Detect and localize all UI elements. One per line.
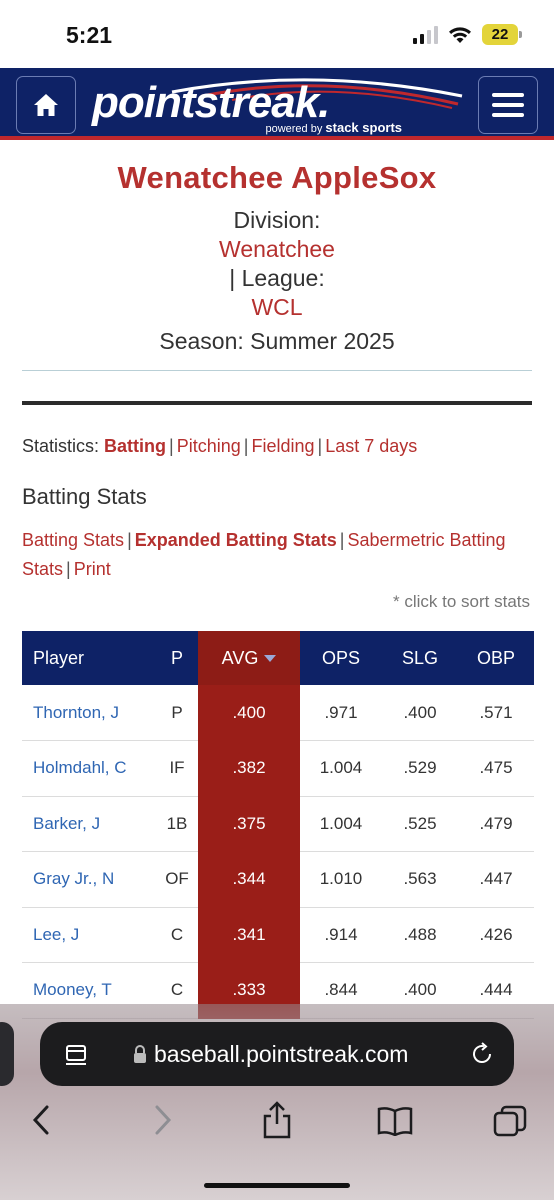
column-header-position[interactable]: P: [156, 631, 198, 685]
league-link[interactable]: WCL: [251, 294, 302, 320]
table-header-row: Player P AVG OPS SLG OBP: [22, 631, 534, 685]
player-link[interactable]: Holmdahl, C: [22, 740, 156, 797]
tabs-icon[interactable]: [492, 1104, 528, 1140]
url-text: baseball.pointstreak.com: [154, 1041, 409, 1067]
page-menu-icon[interactable]: [64, 1044, 88, 1066]
player-link[interactable]: Thornton, J: [22, 685, 156, 741]
stat-nav-last-7-days[interactable]: Last 7 days: [325, 436, 417, 456]
team-name: Wenatchee AppleSox: [117, 160, 437, 195]
position-cell: 1B: [156, 796, 198, 852]
lock-icon: [134, 1045, 146, 1063]
menu-line: [492, 103, 524, 107]
logo-powered-by: powered by stack sports: [265, 120, 402, 135]
home-icon: [34, 94, 58, 116]
column-header-avg-label: AVG: [221, 647, 259, 668]
ops-cell: 1.004: [300, 796, 382, 852]
section-title: Batting Stats: [22, 484, 147, 509]
bookmarks-icon[interactable]: [376, 1106, 414, 1136]
site-header: pointstreak. powered by stack sports: [0, 68, 554, 140]
season-label: Season: Summer 2025: [159, 328, 395, 354]
player-link[interactable]: Barker, J: [22, 796, 156, 852]
position-cell: P: [156, 685, 198, 741]
status-time: 5:21: [66, 22, 113, 48]
obp-cell: .475: [458, 740, 534, 797]
ops-cell: .914: [300, 907, 382, 963]
stat-nav-fielding[interactable]: Fielding: [251, 436, 314, 456]
column-header-slg[interactable]: SLG: [382, 631, 458, 685]
player-link[interactable]: Lee, J: [22, 907, 156, 963]
column-header-obp[interactable]: OBP: [458, 631, 534, 685]
hamburger-menu-button[interactable]: [478, 76, 538, 134]
powered-by-label: powered by: [265, 123, 323, 135]
position-cell: IF: [156, 740, 198, 797]
slg-cell: .488: [382, 907, 458, 963]
statistics-label: Statistics:: [22, 436, 100, 456]
table-row: Lee, J C .341 .914 .488 .426: [22, 907, 534, 963]
table-row: Barker, J 1B .375 1.004 .525 .479: [22, 796, 534, 852]
obp-cell: .447: [458, 851, 534, 908]
sort-desc-icon: [264, 655, 277, 663]
reload-icon[interactable]: [470, 1042, 494, 1066]
status-icons: 22: [413, 24, 522, 45]
address-bar[interactable]: baseball.pointstreak.com: [40, 1022, 514, 1086]
stat-nav-batting[interactable]: Batting: [104, 436, 166, 456]
divider-thick: [22, 401, 532, 405]
avg-cell: .375: [198, 796, 300, 852]
league-label: | League:: [229, 265, 325, 291]
position-cell: OF: [156, 851, 198, 908]
column-header-ops[interactable]: OPS: [300, 631, 382, 685]
division-label: Division:: [233, 207, 321, 233]
status-bar: 5:21 22: [0, 0, 554, 68]
batting-stats-table: Player P AVG OPS SLG OBP Thornton, J P .…: [22, 631, 534, 1019]
table-row: Thornton, J P .400 .971 .400 .571: [22, 685, 534, 741]
wifi-icon: [449, 26, 471, 43]
obp-cell: .426: [458, 907, 534, 963]
home-indicator: [204, 1183, 350, 1188]
division-link[interactable]: Wenatchee: [219, 236, 335, 262]
home-button[interactable]: [16, 76, 76, 134]
slg-cell: .525: [382, 796, 458, 852]
share-icon[interactable]: [260, 1100, 294, 1140]
obp-cell: .571: [458, 685, 534, 741]
back-icon[interactable]: [30, 1104, 54, 1136]
statistics-nav: Statistics: Batting | Pitching | Fielding | La…: [22, 436, 418, 456]
menu-line: [492, 93, 524, 97]
sort-hint: * click to sort stats: [393, 592, 530, 611]
divider: [22, 370, 532, 371]
sub-nav-batting-stats[interactable]: Batting Stats: [22, 530, 124, 550]
position-cell: C: [156, 907, 198, 963]
sponsor-name: stack sports: [325, 120, 402, 135]
pointstreak-logo[interactable]: pointstreak. powered by stack sports: [92, 74, 464, 135]
avg-cell: .341: [198, 907, 300, 963]
avg-cell: .400: [198, 685, 300, 741]
column-header-player[interactable]: Player: [22, 631, 156, 685]
table-row: Holmdahl, C IF .382 1.004 .529 .475: [22, 740, 534, 797]
cellular-signal-icon: [413, 25, 438, 44]
avg-cell: .382: [198, 740, 300, 797]
batting-sub-nav: Batting Stats | Expanded Batting Stats | Sab…: [22, 530, 506, 579]
obp-cell: .479: [458, 796, 534, 852]
sub-nav-print[interactable]: Print: [74, 559, 111, 579]
column-header-avg[interactable]: AVG: [198, 631, 300, 685]
slg-cell: .563: [382, 851, 458, 908]
browser-toolbar: baseball.pointstreak.com: [0, 1004, 554, 1200]
team-info: Wenatchee AppleSox Division: Wenatchee |…: [0, 160, 554, 355]
stat-nav-pitching[interactable]: Pitching: [177, 436, 241, 456]
previous-tab-peek[interactable]: [0, 1022, 14, 1086]
slg-cell: .529: [382, 740, 458, 797]
avg-cell: .344: [198, 851, 300, 908]
sub-nav-expanded-batting-stats[interactable]: Expanded Batting Stats: [135, 530, 337, 550]
ops-cell: .971: [300, 685, 382, 741]
menu-line: [492, 113, 524, 117]
ops-cell: 1.010: [300, 851, 382, 908]
slg-cell: .400: [382, 685, 458, 741]
ops-cell: 1.004: [300, 740, 382, 797]
battery-indicator: 22: [482, 24, 522, 45]
forward-icon[interactable]: [150, 1104, 174, 1136]
player-link[interactable]: Gray Jr., N: [22, 851, 156, 908]
table-row: Gray Jr., N OF .344 1.010 .563 .447: [22, 851, 534, 908]
